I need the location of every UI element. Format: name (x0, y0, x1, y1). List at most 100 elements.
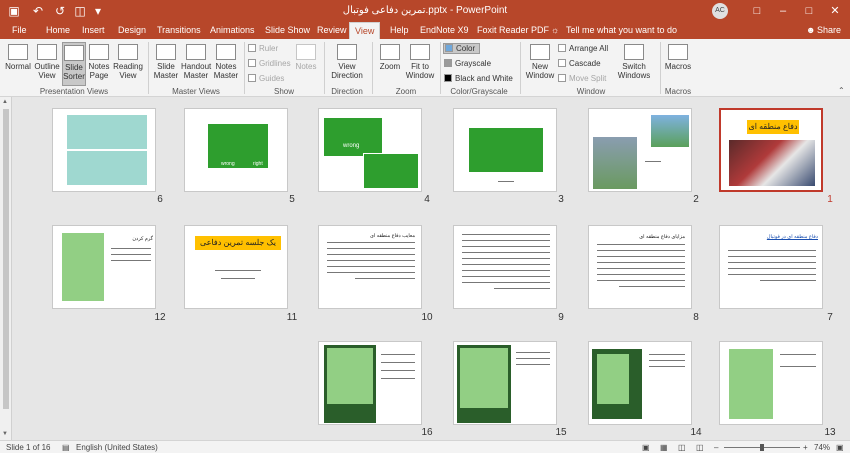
zoom-slider-thumb[interactable] (760, 444, 764, 451)
fit-to-window-button[interactable]: Fit to Window (405, 42, 435, 86)
slide-text-line (760, 280, 816, 281)
black-and-white-button[interactable]: Black and White (444, 74, 513, 83)
slide-thumbnail[interactable] (318, 341, 422, 425)
reading-view-button[interactable]: Reading View (112, 42, 144, 86)
slide-thumbnail[interactable] (588, 341, 692, 425)
maximize-icon[interactable]: □ (796, 0, 822, 22)
notes-button[interactable]: Notes (293, 42, 319, 86)
ribbon-display-options-icon[interactable]: □ (744, 0, 770, 22)
tab-endnote[interactable]: EndNote X9 (420, 25, 469, 35)
tab-home[interactable]: Home (46, 25, 70, 35)
tab-help[interactable]: Help (390, 25, 409, 35)
slide-thumbnail[interactable] (588, 108, 692, 192)
tell-me-box[interactable]: Tell me what you want to do (566, 25, 677, 35)
guides-checkbox[interactable]: Guides (248, 74, 284, 83)
macros-button[interactable]: Macros (663, 42, 693, 86)
close-icon[interactable]: ✕ (822, 0, 848, 22)
slide-text-line (645, 161, 661, 162)
vertical-scrollbar[interactable]: ▲ ▼ (0, 97, 12, 440)
collapse-ribbon-icon[interactable]: ⌃ (838, 86, 845, 95)
fit-slide-icon[interactable]: ▣ (836, 443, 844, 452)
slide-thumbnail[interactable] (719, 341, 823, 425)
slide-text-line (327, 242, 415, 243)
slide-photo (651, 115, 689, 147)
slide-text-line (728, 250, 816, 251)
user-avatar[interactable]: AC (712, 3, 728, 19)
slide-field-diagram (363, 153, 419, 189)
slide-thumbnail[interactable]: معایب دفاع منطقه ای (318, 225, 422, 309)
slide-text-line (462, 264, 550, 265)
tab-view[interactable]: View (349, 22, 381, 40)
outline-view-icon (37, 44, 57, 60)
move-split-button[interactable]: Move Split (558, 74, 606, 83)
slide-thumbnail[interactable] (453, 108, 557, 192)
zoom-out-icon[interactable]: – (714, 443, 718, 452)
slide-thumbnail[interactable]: دفاع منطقه ای (719, 108, 823, 192)
spellcheck-icon[interactable]: ▤ (62, 443, 70, 452)
new-window-button[interactable]: New Window (524, 42, 556, 86)
normal-view-button[interactable]: Normal (4, 42, 32, 86)
minimize-icon[interactable]: – (770, 0, 796, 22)
scroll-up-icon[interactable]: ▲ (2, 99, 8, 105)
tab-insert[interactable]: Insert (82, 25, 105, 35)
switch-windows-button[interactable]: Switch Windows (612, 42, 656, 86)
tab-design[interactable]: Design (118, 25, 146, 35)
grayscale-button[interactable]: Grayscale (444, 59, 491, 68)
share-button[interactable]: Share (817, 25, 841, 35)
notes-page-button[interactable]: Notes Page (87, 42, 111, 86)
group-label-zoom: Zoom (395, 87, 417, 96)
slide-text-line (462, 246, 550, 247)
arrange-all-button[interactable]: Arrange All (558, 44, 608, 53)
outline-view-button[interactable]: Outline View (33, 42, 61, 86)
reading-view-status-icon[interactable]: ◫ (678, 443, 686, 452)
slide-thumbnail[interactable] (453, 225, 557, 309)
zoom-button[interactable]: Zoom (376, 42, 404, 86)
scrollbar-thumb[interactable] (3, 109, 9, 409)
slide-thumbnail[interactable] (453, 341, 557, 425)
tab-review[interactable]: Review (317, 25, 347, 35)
slide-label: wrong (343, 143, 360, 149)
slide-thumbnail[interactable]: گرم کردن (52, 225, 156, 309)
checkbox-icon (248, 59, 256, 67)
slide-field-diagram (468, 127, 544, 173)
tab-slide-show[interactable]: Slide Show (265, 25, 310, 35)
notes-page-icon (89, 44, 109, 60)
zoom-level[interactable]: 74% (814, 443, 830, 452)
group-separator (440, 42, 441, 94)
cascade-button[interactable]: Cascade (558, 59, 601, 68)
slide-number: 8 (693, 312, 699, 323)
normal-view-icon (8, 44, 28, 60)
normal-view-status-icon[interactable]: ▣ (642, 443, 650, 452)
group-separator (324, 42, 325, 94)
gridlines-checkbox[interactable]: Gridlines (248, 59, 291, 68)
slide-thumbnail[interactable] (52, 108, 156, 192)
tab-animations[interactable]: Animations (210, 25, 255, 35)
tab-file[interactable]: File (12, 25, 27, 35)
view-direction-button[interactable]: View Direction (328, 42, 366, 86)
arrange-all-icon (558, 44, 566, 52)
slide-thumbnail[interactable]: wrong (318, 108, 422, 192)
language-indicator[interactable]: English (United States) (76, 443, 158, 452)
color-button[interactable]: Color (443, 43, 481, 54)
notes-master-button[interactable]: Notes Master (212, 42, 240, 86)
slide-thumbnail[interactable]: دفاع منطقه ای در فوتبال (719, 225, 823, 309)
slide-sorter-button[interactable]: Slide Sorter (62, 42, 86, 86)
macros-icon (668, 44, 688, 60)
slide-show-status-icon[interactable]: ◫ (696, 443, 704, 452)
tab-foxit[interactable]: Foxit Reader PDF (477, 25, 549, 35)
slide-master-button[interactable]: Slide Master (152, 42, 180, 86)
share-icon: ☻ (806, 25, 816, 35)
group-separator (660, 42, 661, 94)
ruler-checkbox[interactable]: Ruler (248, 44, 278, 53)
slide-thumbnail[interactable]: یک جلسه تمرین دفاعی (184, 225, 288, 309)
slide-text-line (728, 274, 816, 275)
slide-thumbnail[interactable]: مزایای دفاع منطقه ای (588, 225, 692, 309)
handout-master-icon (186, 44, 206, 60)
tab-transitions[interactable]: Transitions (157, 25, 201, 35)
slide-thumbnail[interactable]: wrong right (184, 108, 288, 192)
scroll-down-icon[interactable]: ▼ (2, 431, 8, 437)
slide-number: 15 (555, 427, 567, 438)
zoom-in-icon[interactable]: + (803, 443, 808, 452)
handout-master-button[interactable]: Handout Master (181, 42, 211, 86)
slide-sorter-status-icon[interactable]: ▦ (660, 443, 668, 452)
